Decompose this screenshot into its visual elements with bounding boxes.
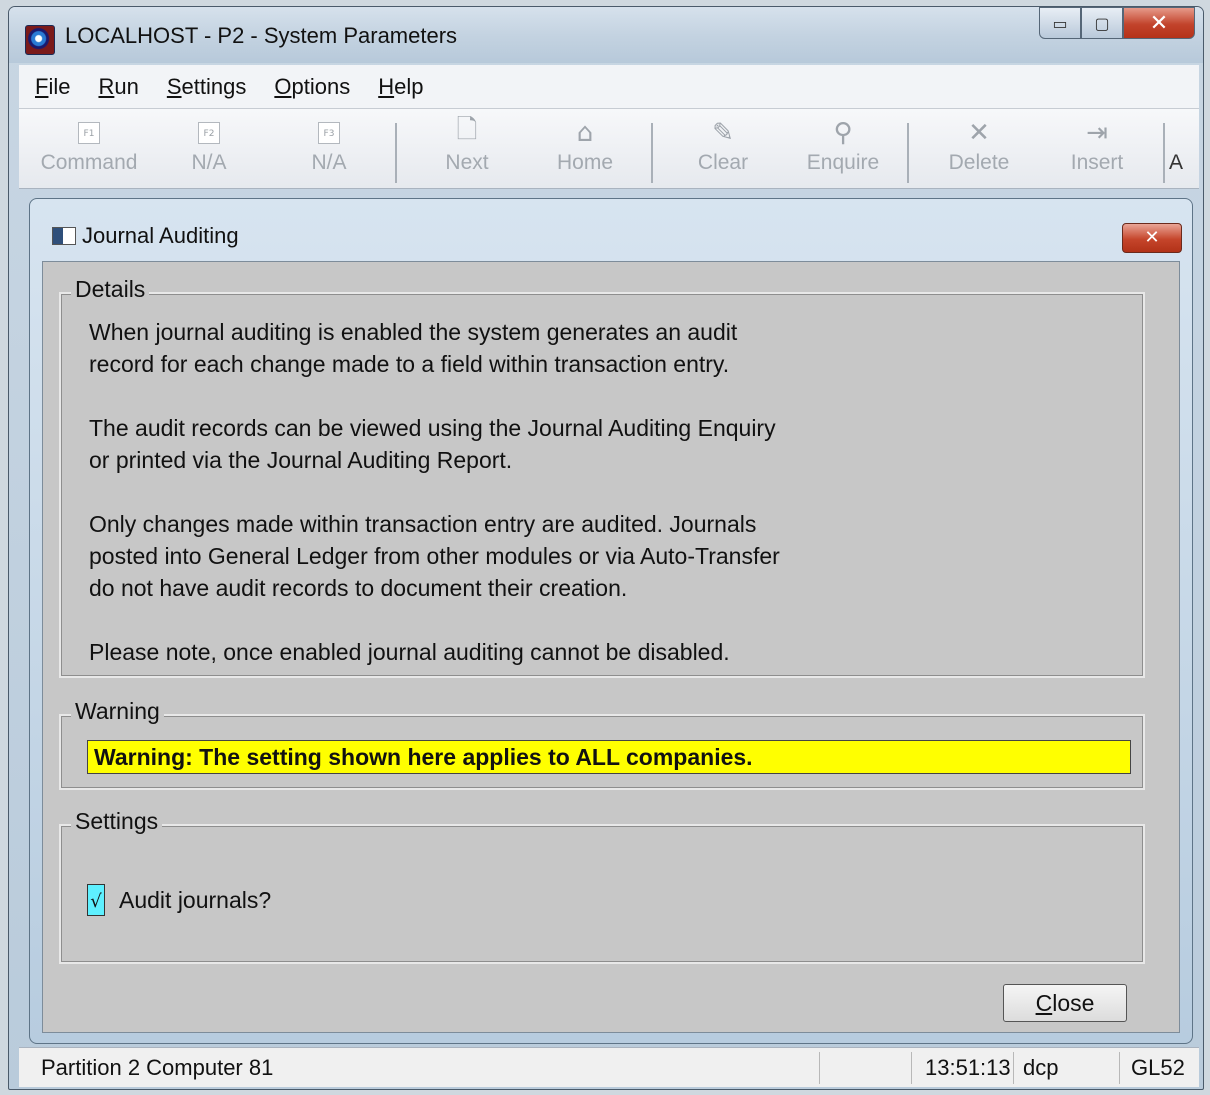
details-paragraph: When journal auditing is enabled the sys…: [89, 319, 738, 377]
toolbar-home-button[interactable]: ⌂ Home: [525, 115, 645, 185]
minimize-icon: ▭: [1052, 13, 1068, 33]
toolbar: F1 Command F2 N/A F3 N/A 🗋 Next ⌂ Home ✎…: [19, 109, 1199, 189]
dialog-body: Details When journal auditing is enabled…: [42, 261, 1180, 1033]
journal-auditing-dialog: Journal Auditing ✕ Details When journal …: [29, 198, 1193, 1044]
app-window: LOCALHOST - P2 - System Parameters ▭ ▢ ✕…: [8, 6, 1204, 1090]
toolbar-command-button[interactable]: F1 Command: [29, 115, 149, 185]
delete-icon: ✕: [968, 118, 990, 148]
dialog-window-icon: [52, 227, 76, 245]
details-paragraph: Only changes made within transaction ent…: [89, 511, 780, 601]
status-divider: [1119, 1052, 1120, 1084]
maximize-button[interactable]: ▢: [1081, 7, 1123, 39]
title-bar[interactable]: LOCALHOST - P2 - System Parameters ▭ ▢ ✕: [9, 7, 1203, 63]
toolbar-delete-button[interactable]: ✕ Delete: [919, 115, 1039, 185]
details-legend: Details: [71, 276, 150, 303]
f3-key-icon: F3: [269, 115, 389, 151]
status-time: 13:51:13: [925, 1055, 1011, 1080]
home-icon: ⌂: [576, 118, 594, 148]
minimize-button[interactable]: ▭: [1039, 7, 1081, 39]
f1-key-icon: F1: [29, 115, 149, 151]
menu-options[interactable]: Options: [274, 74, 350, 100]
maximize-icon: ▢: [1094, 13, 1110, 33]
dialog-title: Journal Auditing: [82, 223, 239, 248]
warning-legend: Warning: [71, 698, 164, 725]
toolbar-separator: [651, 123, 653, 183]
app-logo-icon: [25, 25, 55, 55]
status-divider: [819, 1052, 820, 1084]
window-title: LOCALHOST - P2 - System Parameters: [65, 23, 458, 48]
toolbar-enquire-button[interactable]: ⚲ Enquire: [783, 115, 903, 185]
audit-journals-checkbox[interactable]: √: [87, 884, 105, 916]
details-paragraph: The audit records can be viewed using th…: [89, 415, 776, 473]
menu-help[interactable]: Help: [378, 74, 423, 100]
clear-icon: ✎: [712, 118, 734, 148]
search-icon: ⚲: [833, 118, 853, 148]
details-group: Details When journal auditing is enabled…: [59, 276, 1145, 678]
status-code: GL52: [1131, 1055, 1185, 1080]
close-window-button[interactable]: ✕: [1123, 7, 1195, 39]
toolbar-separator: [1163, 123, 1165, 183]
close-icon: ✕: [1149, 10, 1169, 36]
status-divider: [911, 1052, 912, 1084]
insert-icon: ⇥: [1086, 118, 1108, 148]
toolbar-next-button[interactable]: 🗋 Next: [407, 115, 527, 185]
toolbar-separator: [395, 123, 397, 183]
dialog-close-button[interactable]: ✕: [1122, 223, 1182, 253]
menu-settings[interactable]: Settings: [167, 74, 247, 100]
menu-file[interactable]: File: [35, 74, 70, 100]
settings-legend: Settings: [71, 808, 163, 835]
status-partition: Partition 2 Computer 81: [41, 1055, 274, 1080]
details-paragraph: Please note, once enabled journal auditi…: [89, 639, 730, 665]
status-user: dcp: [1023, 1055, 1059, 1080]
close-button[interactable]: Close: [1003, 984, 1127, 1022]
toolbar-overflow-button[interactable]: A: [1169, 115, 1199, 185]
details-text: When journal auditing is enabled the sys…: [89, 316, 1129, 668]
toolbar-separator: [907, 123, 909, 183]
next-page-icon: 🗋: [456, 115, 478, 145]
audit-journals-row: √ Audit journals?: [87, 884, 271, 916]
menu-run[interactable]: Run: [98, 74, 138, 100]
f2-key-icon: F2: [149, 115, 269, 151]
settings-group: Settings √ Audit journals?: [59, 808, 1145, 964]
status-divider: [1013, 1052, 1014, 1084]
close-icon: ✕: [1144, 227, 1160, 248]
menu-bar: File Run Settings Options Help: [19, 65, 1199, 109]
warning-group: Warning Warning: The setting shown here …: [59, 698, 1145, 790]
toolbar-f2-button[interactable]: F2 N/A: [149, 115, 269, 185]
toolbar-f3-button[interactable]: F3 N/A: [269, 115, 389, 185]
toolbar-insert-button[interactable]: ⇥ Insert: [1037, 115, 1157, 185]
toolbar-clear-button[interactable]: ✎ Clear: [663, 115, 783, 185]
audit-journals-label: Audit journals?: [119, 886, 272, 913]
warning-banner: Warning: The setting shown here applies …: [87, 740, 1131, 774]
status-bar: Partition 2 Computer 81 13:51:13 dcp GL5…: [19, 1047, 1199, 1087]
